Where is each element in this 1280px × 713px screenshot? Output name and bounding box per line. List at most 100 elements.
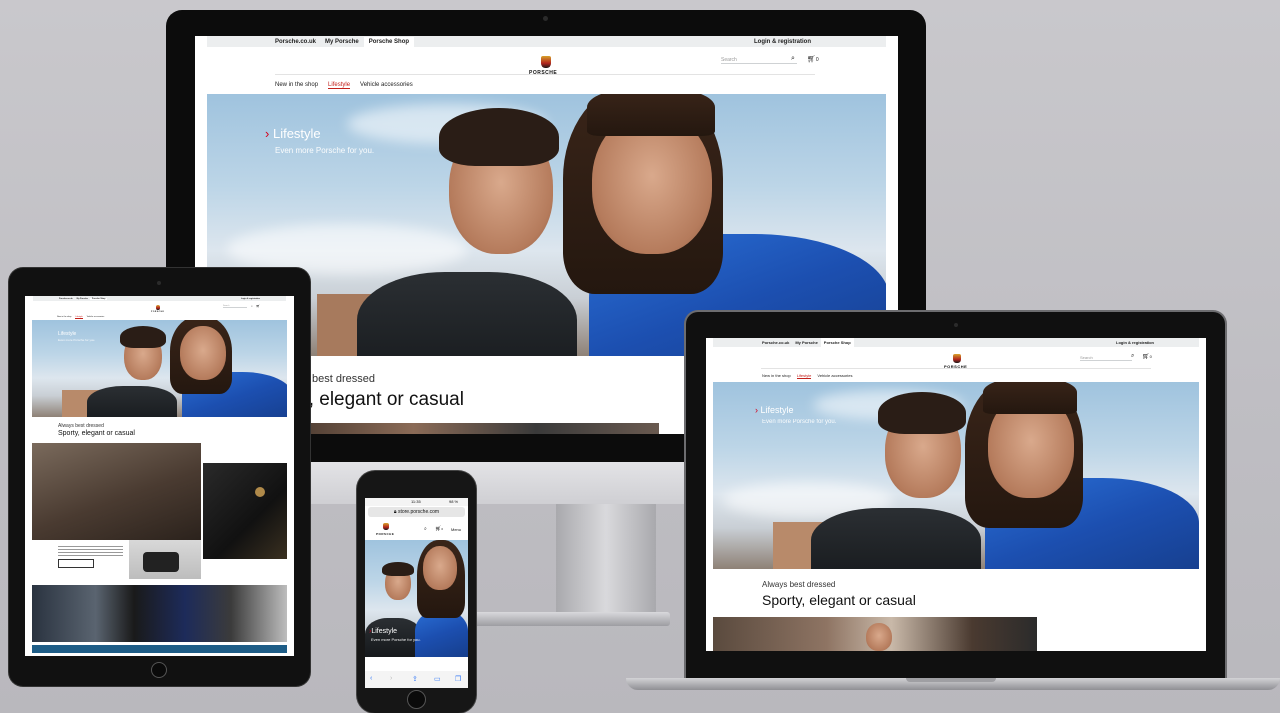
cart-count: 0 <box>1149 354 1152 359</box>
main-nav: New in the shop Lifestyle Vehicle access… <box>57 316 104 319</box>
hero-subtitle: Even more Porsche for you. <box>58 338 96 342</box>
porsche-wordmark[interactable]: PORSCHE <box>529 70 557 76</box>
chevron-right-icon: › <box>265 126 270 141</box>
nav-new-in-the-shop[interactable]: New in the shop <box>762 373 791 379</box>
main-nav: New in the shop Lifestyle Vehicle access… <box>762 373 853 379</box>
hero-subtitle: Even more Porsche for you. <box>275 146 375 155</box>
section-kicker: Always best dressed <box>762 580 836 589</box>
porsche-crest-logo[interactable] <box>383 523 389 530</box>
hero-title: ›Lifestyle <box>369 628 398 635</box>
top-bar: Porsche.co.uk My Porsche Porsche Shop Lo… <box>207 36 886 47</box>
back-icon[interactable]: ‹ <box>370 675 372 682</box>
ipad-home-button[interactable] <box>151 662 167 678</box>
status-bar: 11:35 98 % <box>365 498 468 506</box>
menu-button[interactable]: Menu <box>451 527 461 532</box>
nav-vehicle-accessories[interactable]: Vehicle accessories <box>817 373 852 379</box>
cart-icon[interactable]: 🛒︎0 <box>435 526 443 532</box>
top-link-porsche-shop[interactable]: Porsche Shop <box>89 297 108 300</box>
login-link[interactable]: Login & registration <box>754 39 886 45</box>
section-kicker: best dressed <box>312 373 375 385</box>
section-kicker: Always best dressed <box>58 423 104 429</box>
header-divider <box>275 74 815 75</box>
search-icon[interactable]: ⌕ <box>424 526 427 532</box>
tabs-icon[interactable]: ❐ <box>455 675 461 683</box>
imac-stand-base <box>470 612 670 626</box>
login-link[interactable]: Login & registration <box>1116 340 1199 345</box>
nav-vehicle-accessories[interactable]: Vehicle accessories <box>87 316 105 319</box>
discover-button[interactable] <box>58 559 94 568</box>
cart-count: 0 <box>815 57 819 63</box>
bag-shape <box>143 552 179 572</box>
product-image-strip <box>291 423 659 434</box>
top-link-porsche-co-uk[interactable]: Porsche.co.uk <box>207 39 320 45</box>
cart-icon[interactable]: 🛒︎0 <box>807 55 819 63</box>
nav-new-in-the-shop[interactable]: New in the shop <box>275 82 318 89</box>
search-input[interactable]: Search <box>721 57 797 64</box>
porsche-crest-logo[interactable] <box>541 56 551 68</box>
nav-lifestyle[interactable]: Lifestyle <box>75 316 83 319</box>
model-head-in-strip <box>866 623 892 651</box>
share-icon[interactable]: ⇪ <box>412 675 418 683</box>
top-link-porsche-shop[interactable]: Porsche Shop <box>363 36 415 47</box>
porsche-crest-logo[interactable] <box>156 305 160 310</box>
search-input[interactable]: Search <box>1080 355 1132 361</box>
nav-vehicle-accessories[interactable]: Vehicle accessories <box>360 82 413 89</box>
product-description <box>58 546 123 556</box>
imac-camera <box>543 16 548 21</box>
forward-icon[interactable]: › <box>390 675 392 682</box>
login-link[interactable]: Login & registration <box>241 298 286 300</box>
hero-image: › Lifestyle Even more Porsche for you. <box>713 382 1199 569</box>
cookie-bar <box>32 645 287 653</box>
product-row-strip <box>32 585 287 642</box>
porsche-wordmark[interactable]: PORSCHE <box>151 311 164 313</box>
search-icon[interactable]: ⌕ <box>791 55 795 63</box>
nav-lifestyle[interactable]: Lifestyle <box>328 82 351 89</box>
hero-title: › Lifestyle <box>265 126 321 141</box>
product-tile-watch[interactable] <box>203 463 287 559</box>
hero-title: Lifestyle <box>58 331 77 337</box>
watch-face <box>255 487 265 497</box>
product-tile-cafe[interactable] <box>32 443 201 540</box>
cart-icon[interactable]: 🛒︎ <box>256 304 260 308</box>
porsche-wordmark[interactable]: PORSCHE <box>376 532 394 536</box>
top-bar: Porsche.co.uk My Porsche Porsche Shop Lo… <box>33 296 286 301</box>
cart-count: 0 <box>441 527 444 531</box>
iphone-home-button[interactable] <box>407 690 426 709</box>
chevron-right-icon: › <box>755 405 758 415</box>
browser-toolbar: ‹ › ⇪ ▭ ❐ <box>365 671 468 688</box>
status-battery: 98 % <box>449 499 459 504</box>
hero-image: ›Lifestyle Even more Porsche for you. <box>365 540 468 657</box>
top-link-my-porsche[interactable]: My Porsche <box>75 298 90 300</box>
top-link-my-porsche[interactable]: My Porsche <box>320 39 364 45</box>
macbook-notch <box>906 678 996 682</box>
hero-subtitle: Even more Porsche for you. <box>371 637 421 642</box>
section-headline: Sporty, elegant or casual <box>58 430 135 437</box>
nav-lifestyle[interactable]: Lifestyle <box>796 373 812 379</box>
top-link-porsche-shop[interactable]: Porsche Shop <box>820 338 854 347</box>
macbook-screen: Porsche.co.uk My Porsche Porsche Shop Lo… <box>706 338 1206 651</box>
bookmarks-icon[interactable]: ▭ <box>434 675 441 683</box>
hero-subtitle: Even more Porsche for you. <box>762 419 837 425</box>
cart-icon[interactable]: 🛒︎0 <box>1142 353 1152 360</box>
macbook-camera <box>954 323 958 327</box>
top-link-my-porsche[interactable]: My Porsche <box>792 340 820 345</box>
iphone-screen: 11:35 98 % 🔒︎ store.porsche.com PORSCHE … <box>365 498 468 688</box>
header-divider <box>761 368 1151 369</box>
ipad-screen: Porsche.co.uk My Porsche Porsche Shop Lo… <box>25 296 294 656</box>
status-time: 11:35 <box>411 499 421 504</box>
lock-icon: 🔒︎ <box>393 509 397 515</box>
top-link-porsche-co-uk[interactable]: Porsche.co.uk <box>33 298 75 300</box>
search-input[interactable]: Search <box>223 305 247 308</box>
top-link-porsche-co-uk[interactable]: Porsche.co.uk <box>713 340 792 345</box>
search-icon[interactable]: ⌕ <box>251 304 253 308</box>
section-headline: rty, elegant or casual <box>289 389 464 410</box>
imac-stand-neck <box>556 500 656 622</box>
ipad-camera <box>157 281 161 285</box>
nav-new-in-the-shop[interactable]: New in the shop <box>57 316 71 319</box>
section-headline: Sporty, elegant or casual <box>762 592 916 608</box>
porsche-crest-logo[interactable] <box>953 354 961 363</box>
hero-image: Lifestyle Even more Porsche for you. <box>32 320 287 417</box>
search-icon[interactable]: ⌕ <box>1131 353 1134 360</box>
url-bar[interactable]: 🔒︎ store.porsche.com <box>368 507 465 517</box>
url-text: store.porsche.com <box>397 509 440 515</box>
